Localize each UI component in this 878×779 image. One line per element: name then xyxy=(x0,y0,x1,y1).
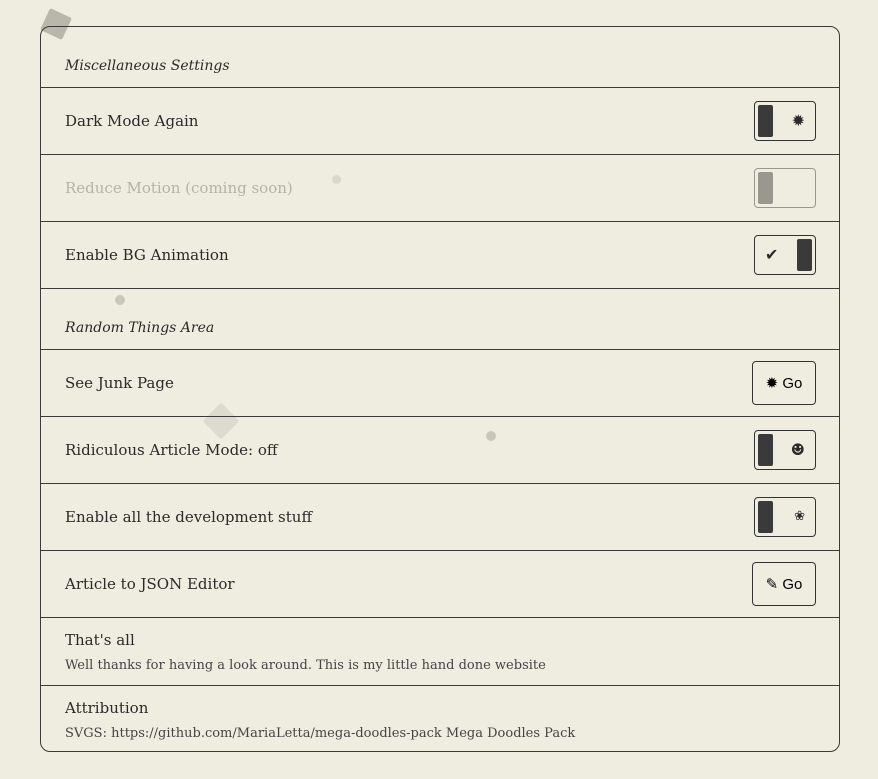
setting-label: Ridiculous Article Mode: off xyxy=(65,441,278,459)
setting-dev-stuff: Enable all the development stuff ❀ xyxy=(41,484,839,551)
setting-label: Enable all the development stuff xyxy=(65,508,313,526)
pencil-icon: ✎ xyxy=(765,576,779,593)
setting-label: Enable BG Animation xyxy=(65,246,229,264)
dev-stuff-toggle[interactable]: ❀ xyxy=(754,497,816,537)
section-heading: Random Things Area xyxy=(41,289,839,350)
ridiculous-mode-toggle[interactable]: ☻ xyxy=(754,430,816,470)
button-label: Go xyxy=(782,575,803,593)
sun-icon: ✹ xyxy=(765,375,779,392)
dark-mode-toggle[interactable]: ✹ xyxy=(754,101,816,141)
sun-icon: ✹ xyxy=(791,111,805,130)
setting-junk-page: See Junk Page ✹ Go xyxy=(41,350,839,417)
attribution-text: SVGS: https://github.com/MariaLetta/mega… xyxy=(65,726,576,741)
setting-reduce-motion: Reduce Motion (coming soon) xyxy=(41,155,839,222)
reduce-motion-toggle[interactable] xyxy=(754,168,816,208)
setting-bg-animation: Enable BG Animation ✔ xyxy=(41,222,839,289)
setting-dark-mode: Dark Mode Again ✹ xyxy=(41,88,839,155)
setting-label: See Junk Page xyxy=(65,374,174,392)
doodle-icon: ❀ xyxy=(794,509,805,524)
button-label: Go xyxy=(782,374,803,392)
settings-panel: Miscellaneous Settings Dark Mode Again ✹… xyxy=(40,26,840,752)
setting-label: Article to JSON Editor xyxy=(65,575,235,593)
setting-ridiculous-mode: Ridiculous Article Mode: off ☻ xyxy=(41,417,839,484)
check-icon: ✔ xyxy=(765,245,779,264)
thats-all-section: That's all Well thanks for having a look… xyxy=(41,618,839,686)
setting-json-editor: Article to JSON Editor ✎ Go xyxy=(41,551,839,618)
junk-page-go-button[interactable]: ✹ Go xyxy=(752,361,816,405)
attribution-section: Attribution SVGS: https://github.com/Mar… xyxy=(41,686,839,754)
thats-all-text: Well thanks for having a look around. Th… xyxy=(65,657,546,673)
section-heading: Miscellaneous Settings xyxy=(41,27,839,88)
thats-all-title: That's all xyxy=(65,630,135,649)
smiley-icon: ☻ xyxy=(790,440,805,459)
json-editor-go-button[interactable]: ✎ Go xyxy=(752,562,816,606)
setting-label: Dark Mode Again xyxy=(65,112,199,130)
setting-label: Reduce Motion (coming soon) xyxy=(65,179,293,197)
attribution-title: Attribution xyxy=(65,699,149,717)
bg-animation-toggle[interactable]: ✔ xyxy=(754,235,816,275)
